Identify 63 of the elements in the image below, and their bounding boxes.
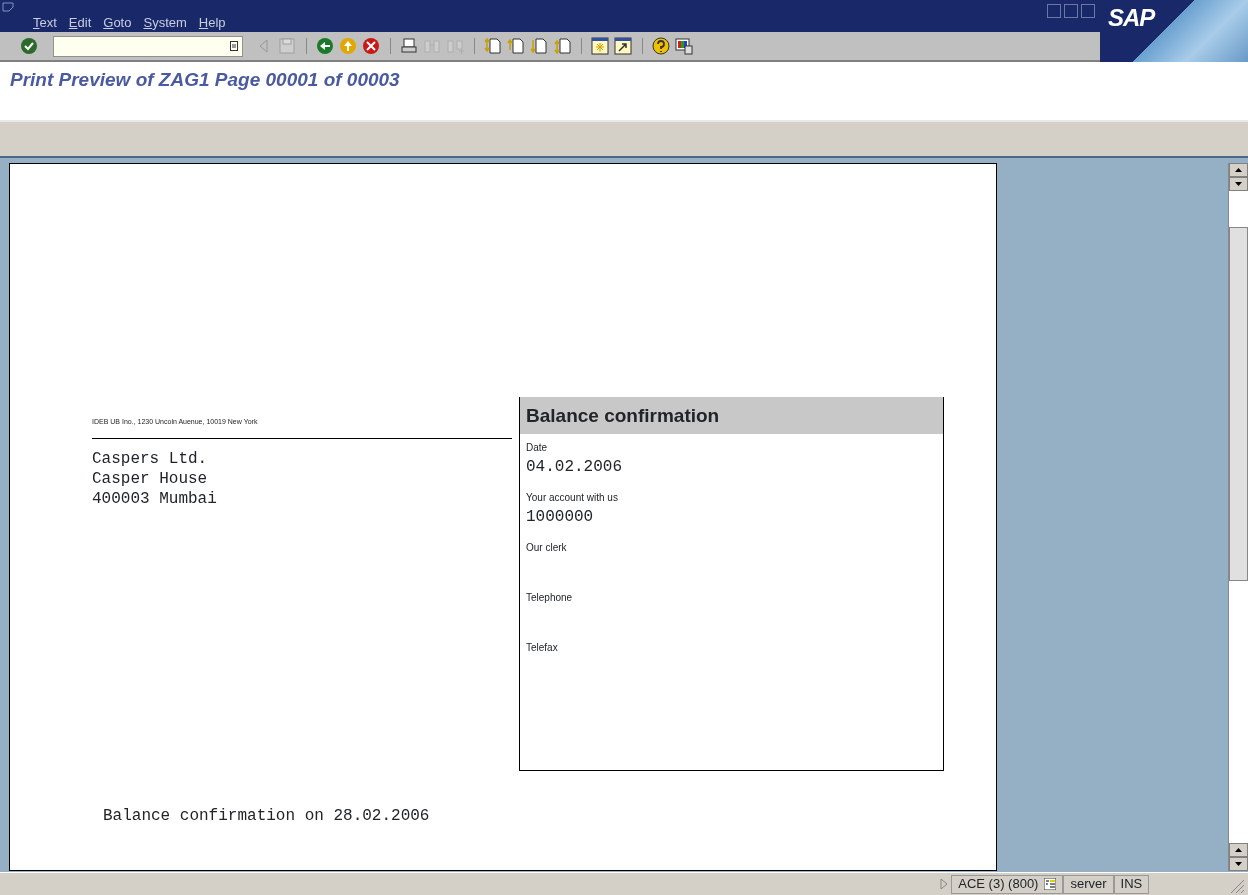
menu-icon[interactable]: [2, 2, 14, 12]
menu-item[interactable]: Text: [27, 13, 63, 33]
up-triangle-icon: [1235, 167, 1242, 172]
menu-item[interactable]: Edit: [62, 13, 98, 33]
help-button[interactable]: [650, 36, 671, 56]
monitor-icon: [674, 36, 694, 56]
footer-text: Balance confirmation on 28.02.2006: [103, 806, 431, 827]
menu-item[interactable]: Help: [192, 13, 232, 33]
printer-icon: [398, 36, 419, 56]
page-arrows-button[interactable]: [482, 36, 503, 56]
field-label: Your account with us: [525, 490, 619, 505]
field-label: Our clerk: [525, 540, 568, 555]
command-field[interactable]: [53, 35, 243, 57]
shortcut-icon: [613, 36, 634, 56]
scroll-down-button[interactable]: [1229, 177, 1248, 191]
cancel-button[interactable]: [361, 36, 382, 56]
close-button[interactable]: [1081, 4, 1095, 18]
new-window-button[interactable]: [590, 36, 610, 56]
help-icon: [650, 36, 671, 56]
up-triangle-icon: [1235, 847, 1242, 852]
shortcut-button[interactable]: [613, 36, 634, 56]
scroll-up-button[interactable]: [1229, 843, 1248, 857]
cancel-icon: [361, 36, 382, 56]
address-line: Caspers Ltd.: [92, 448, 209, 469]
field-label: Telefax: [525, 640, 559, 655]
scroll-up-button[interactable]: [1229, 163, 1248, 177]
page-arrows-icon: [482, 36, 503, 56]
system-info: ACE (3) (800): [958, 875, 1039, 894]
enter-icon[interactable]: [20, 37, 38, 55]
page-down-arrow-icon: [529, 36, 550, 56]
page-down-arrow-button[interactable]: [529, 36, 550, 56]
address-line: Casper House: [92, 468, 209, 489]
down-triangle-icon: [1235, 181, 1242, 186]
page-arrows-button[interactable]: [552, 36, 573, 56]
server-name: server: [1063, 874, 1114, 894]
restore-button[interactable]: [1064, 4, 1078, 18]
field-label: Date: [525, 440, 549, 455]
minimize-button[interactable]: [1047, 4, 1061, 18]
vertical-scrollbar[interactable]: [1228, 163, 1248, 871]
scroll-thumb[interactable]: [1229, 227, 1248, 581]
floppy-icon: [277, 36, 298, 56]
monitor-button[interactable]: [674, 36, 694, 56]
page-up-arrow-button[interactable]: [506, 36, 526, 56]
menu-item[interactable]: System: [137, 13, 193, 33]
page-arrows-icon: [552, 36, 573, 56]
list-icon[interactable]: [1044, 878, 1057, 890]
scroll-down-button[interactable]: [1229, 857, 1248, 871]
logo-text: SAP: [1108, 3, 1155, 33]
page-up-arrow-icon: [506, 36, 526, 56]
field-label: Telephone: [525, 590, 574, 605]
menu-item[interactable]: Goto: [97, 13, 138, 33]
printer-button[interactable]: [398, 36, 419, 56]
down-triangle-icon: [1235, 861, 1242, 866]
info-box-title: Balance confirmation: [520, 397, 943, 434]
left-arrow-button[interactable]: [314, 36, 335, 56]
screen-title: Print Preview of ZAG1 Page 00001 of 00003: [10, 69, 401, 92]
dropdown-icon[interactable]: [230, 41, 238, 51]
field-value: 04.02.2006: [525, 456, 623, 478]
new-window-icon: [590, 36, 610, 56]
address-line: 400003 Mumbai: [92, 488, 218, 509]
field-value: 1000000: [525, 506, 595, 528]
expand-triangle-icon[interactable]: [940, 878, 948, 890]
insert-mode: INS: [1113, 874, 1150, 894]
